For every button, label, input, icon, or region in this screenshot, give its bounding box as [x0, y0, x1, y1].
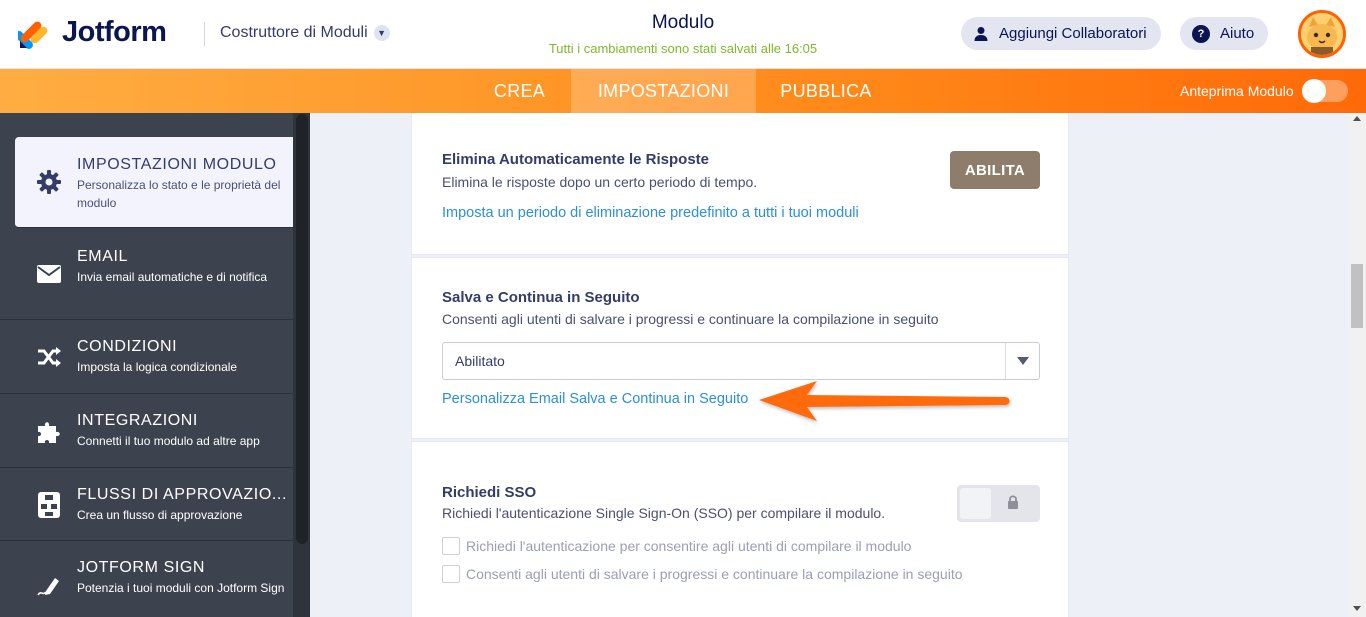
tab-crea[interactable]: CREA: [468, 69, 571, 113]
preview-toggle[interactable]: [1302, 79, 1348, 103]
sso-desc: Richiedi l'autenticazione Single Sign-On…: [442, 505, 886, 521]
toggle-knob: [960, 488, 991, 519]
save-continue-title: Salva e Continua in Seguito: [442, 289, 640, 306]
sidebar-item-title: INTEGRAZIONI: [77, 412, 198, 429]
sidebar-item-title: FLUSSI DI APPROVAZIO...: [77, 486, 287, 503]
jotform-logo-icon: [15, 17, 50, 49]
header-divider: [204, 22, 205, 46]
app-header: Jotform Costruttore di Moduli ▼ Modulo T…: [0, 0, 1366, 69]
toggle-knob: [1302, 79, 1326, 103]
help-icon: ?: [1192, 24, 1210, 43]
envelope-icon: [34, 259, 64, 289]
sso-toggle-locked[interactable]: [957, 485, 1040, 522]
help-button[interactable]: ? Aiuto: [1180, 17, 1269, 50]
avatar[interactable]: [1298, 10, 1346, 58]
puzzle-icon: [34, 416, 64, 446]
sidebar-item-title: EMAIL: [77, 248, 129, 265]
user-icon: [974, 26, 988, 41]
sidebar-item-desc: Imposta la logica condizionale: [77, 360, 238, 374]
pen-icon: [34, 571, 64, 601]
chevron-down-icon: ▼: [373, 25, 390, 41]
shuffle-icon: [34, 342, 64, 372]
sidebar-item-title: CONDIZIONI: [77, 338, 178, 355]
auto-delete-card: Elimina Automaticamente le Risposte Elim…: [411, 113, 1069, 255]
builder-label: Costruttore di Moduli: [220, 24, 368, 41]
sso-option-require-auth[interactable]: Richiedi l'autenticazione per consentire…: [442, 537, 911, 555]
enable-auto-delete-button[interactable]: ABILITA: [950, 151, 1040, 189]
sidebar-item-title: JOTFORM SIGN: [77, 559, 206, 576]
default-deletion-link[interactable]: Imposta un periodo di eliminazione prede…: [442, 205, 859, 221]
brand-name: Jotform: [62, 16, 167, 48]
sso-card: Richiedi SSO Richiedi l'autenticazione S…: [411, 441, 1069, 617]
form-title[interactable]: Modulo: [652, 12, 714, 33]
add-collaborators-label: Aggiungi Collaboratori: [999, 25, 1147, 42]
auto-delete-title: Elimina Automaticamente le Risposte: [442, 151, 710, 168]
save-continue-desc: Consenti agli utenti di salvare i progre…: [442, 311, 939, 327]
annotation-arrow-icon: [759, 381, 1010, 421]
auto-delete-desc: Elimina le risposte dopo un certo period…: [442, 174, 758, 190]
sidebar-item-desc: Potenzia i tuoi moduli con Jotform Sign: [77, 581, 285, 595]
sidebar-item-desc: Crea un flusso di approvazione: [77, 508, 243, 522]
help-label: Aiuto: [1220, 25, 1255, 42]
scroll-up-icon[interactable]: [1353, 116, 1361, 121]
preview-label: Anteprima Modulo: [1180, 83, 1294, 99]
gear-icon: [34, 167, 64, 197]
sidebar-item-approval-flows[interactable]: FLUSSI DI APPROVAZIO... Crea un flusso d…: [0, 468, 293, 541]
page-scrollbar[interactable]: [1349, 113, 1366, 617]
sidebar-item-email[interactable]: EMAIL Invia email automatiche e di notif…: [0, 229, 293, 320]
checkbox[interactable]: [442, 565, 460, 583]
builder-nav-bar: CREA IMPOSTAZIONI PUBBLICA Anteprima Mod…: [0, 69, 1366, 113]
sso-title: Richiedi SSO: [442, 484, 537, 501]
flow-icon: [34, 490, 64, 520]
avatar-cat-icon: [1301, 13, 1343, 55]
sidebar-item-desc: Connetti il tuo modulo ad altre app: [77, 434, 260, 448]
checkbox-label: Consenti agli utenti di salvare i progre…: [466, 566, 963, 582]
checkbox[interactable]: [442, 537, 460, 555]
sidebar-item-title: IMPOSTAZIONI MODULO: [77, 156, 277, 173]
lock-icon: [1008, 495, 1018, 509]
sidebar-item-desc: Invia email automatiche e di notifica: [77, 270, 268, 284]
select-value: Abilitato: [455, 353, 505, 369]
page-scrollbar-thumb[interactable]: [1351, 264, 1363, 328]
sidebar-item-jotform-sign[interactable]: JOTFORM SIGN Potenzia i tuoi moduli con …: [0, 541, 293, 617]
save-continue-select[interactable]: Abilitato: [442, 342, 1040, 380]
sidebar-item-conditions[interactable]: CONDIZIONI Imposta la logica condizional…: [0, 320, 293, 394]
scroll-down-icon[interactable]: [1353, 606, 1361, 611]
sso-option-save-continue[interactable]: Consenti agli utenti di salvare i progre…: [442, 565, 963, 583]
sidebar-scrollbar-thumb[interactable]: [296, 114, 308, 544]
sidebar-item-integrations[interactable]: INTEGRAZIONI Connetti il tuo modulo ad a…: [0, 394, 293, 468]
customize-save-email-link[interactable]: Personalizza Email Salva e Continua in S…: [442, 391, 748, 407]
sidebar-item-desc: Personalizza lo stato e le proprietà del…: [77, 178, 281, 210]
jotform-logo[interactable]: Jotform: [15, 16, 167, 49]
tab-pubblica[interactable]: PUBBLICA: [756, 69, 896, 113]
add-collaborators-button[interactable]: Aggiungi Collaboratori: [961, 17, 1161, 50]
tab-impostazioni[interactable]: IMPOSTAZIONI: [571, 69, 756, 113]
checkbox-label: Richiedi l'autenticazione per consentire…: [466, 538, 912, 554]
dropdown-arrow-icon: [1005, 343, 1039, 379]
builder-switcher[interactable]: Costruttore di Moduli ▼: [220, 24, 390, 42]
sidebar-item-form-settings[interactable]: IMPOSTAZIONI MODULO Personalizza lo stat…: [15, 137, 293, 228]
